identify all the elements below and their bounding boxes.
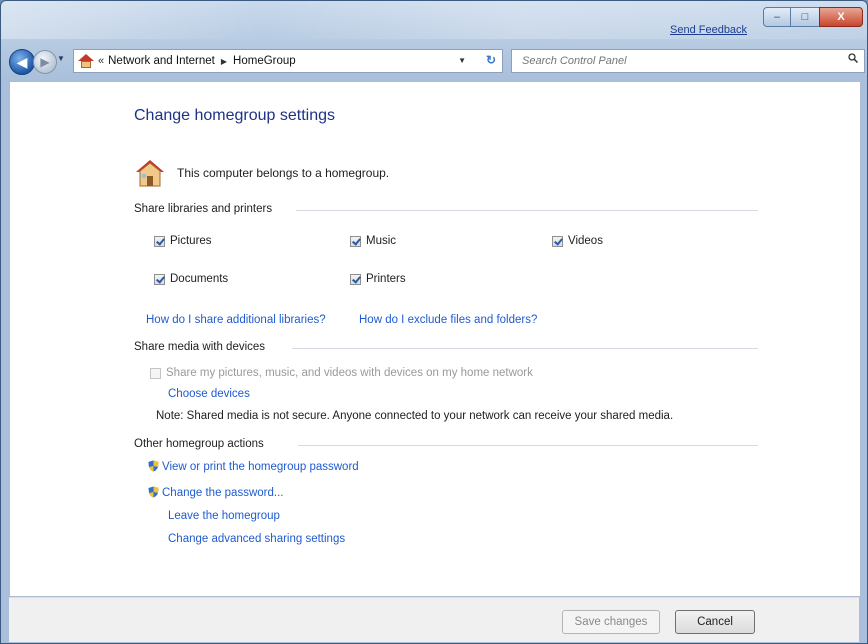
caption-buttons: – □ X <box>763 7 863 27</box>
printers-checkbox[interactable]: Printers <box>350 273 406 285</box>
uac-shield-icon <box>148 460 159 472</box>
recent-pages-dropdown-icon[interactable]: ▼ <box>57 54 67 66</box>
music-checkbox[interactable]: Music <box>350 235 396 247</box>
search-icon[interactable] <box>848 53 858 63</box>
documents-label: Documents <box>170 273 229 285</box>
exclude-files-folders-link[interactable]: How do I exclude files and folders? <box>359 314 537 326</box>
cancel-button[interactable]: Cancel <box>675 610 755 634</box>
search-box[interactable] <box>511 49 865 73</box>
printers-label: Printers <box>366 273 406 285</box>
share-additional-libraries-link[interactable]: How do I share additional libraries? <box>146 314 326 326</box>
address-bar[interactable]: « Network and Internet ▶ HomeGroup ▼ ↻ <box>73 49 503 73</box>
uac-shield-icon <box>148 486 159 498</box>
homegroup-house-icon <box>136 160 164 187</box>
leave-homegroup-link[interactable]: Leave the homegroup <box>168 510 280 522</box>
share-libraries-heading: Share libraries and printers <box>134 203 273 215</box>
pictures-label: Pictures <box>170 235 212 247</box>
checkbox-printers-box[interactable] <box>350 273 361 285</box>
address-dropdown-icon[interactable]: ▼ <box>458 56 466 65</box>
breadcrumb-network-and-internet[interactable]: Network and Internet <box>108 55 215 67</box>
save-changes-button[interactable]: Save changes <box>562 610 660 634</box>
music-label: Music <box>366 235 397 247</box>
pictures-checkbox[interactable]: Pictures <box>154 235 212 247</box>
advanced-sharing-link[interactable]: Change advanced sharing settings <box>168 533 345 545</box>
content-pane: Change homegroup settings This computer … <box>9 81 861 597</box>
control-panel-window: Send Feedback – □ X ◀ ▶ ▼ « Network and … <box>0 0 868 644</box>
checkbox-videos-box[interactable] <box>552 235 563 247</box>
view-password-label: View or print the homegroup password <box>162 461 359 473</box>
homegroup-status-text: This computer belongs to a homegroup. <box>177 166 390 180</box>
forward-button[interactable]: ▶ <box>33 50 57 74</box>
change-password-label: Change the password... <box>162 487 284 499</box>
checkbox-pictures-box[interactable] <box>154 235 165 247</box>
send-feedback-link[interactable]: Send Feedback <box>670 24 747 36</box>
checkbox-music-box[interactable] <box>350 235 361 247</box>
search-input[interactable] <box>520 54 834 68</box>
section-divider <box>296 210 758 211</box>
maximize-button[interactable]: □ <box>790 7 820 27</box>
navigation-bar: ◀ ▶ ▼ « Network and Internet ▶ HomeGroup… <box>1 46 867 78</box>
back-button[interactable]: ◀ <box>9 49 35 75</box>
footer-bar: Save changes Cancel <box>9 597 859 642</box>
close-button[interactable]: X <box>819 7 863 27</box>
page-title: Change homegroup settings <box>134 107 336 124</box>
breadcrumb-homegroup[interactable]: HomeGroup <box>233 55 296 67</box>
refresh-icon[interactable]: ↻ <box>486 53 496 67</box>
control-panel-home-icon <box>78 54 94 68</box>
other-actions-heading: Other homegroup actions <box>134 438 264 450</box>
share-media-label: Share my pictures, music, and videos wit… <box>166 367 533 379</box>
view-password-link[interactable]: View or print the homegroup password <box>148 460 359 473</box>
minimize-button[interactable]: – <box>763 7 791 27</box>
breadcrumb-separator-icon[interactable]: ▶ <box>221 57 227 66</box>
section-divider <box>298 445 758 446</box>
checkbox-share-media-box[interactable] <box>150 367 161 379</box>
videos-label: Videos <box>568 235 603 247</box>
title-bar[interactable]: Send Feedback – □ X <box>1 1 867 39</box>
share-media-heading: Share media with devices <box>134 341 266 353</box>
documents-checkbox[interactable]: Documents <box>154 273 228 285</box>
section-divider <box>292 348 758 349</box>
checkbox-documents-box[interactable] <box>154 273 165 285</box>
breadcrumb-overflow-chevron[interactable]: « <box>98 55 104 67</box>
security-note: Note: Shared media is not secure. Anyone… <box>156 410 674 422</box>
share-media-checkbox[interactable]: Share my pictures, music, and videos wit… <box>150 367 533 379</box>
choose-devices-link[interactable]: Choose devices <box>168 388 250 400</box>
videos-checkbox[interactable]: Videos <box>552 235 603 247</box>
change-password-link[interactable]: Change the password... <box>148 486 283 499</box>
